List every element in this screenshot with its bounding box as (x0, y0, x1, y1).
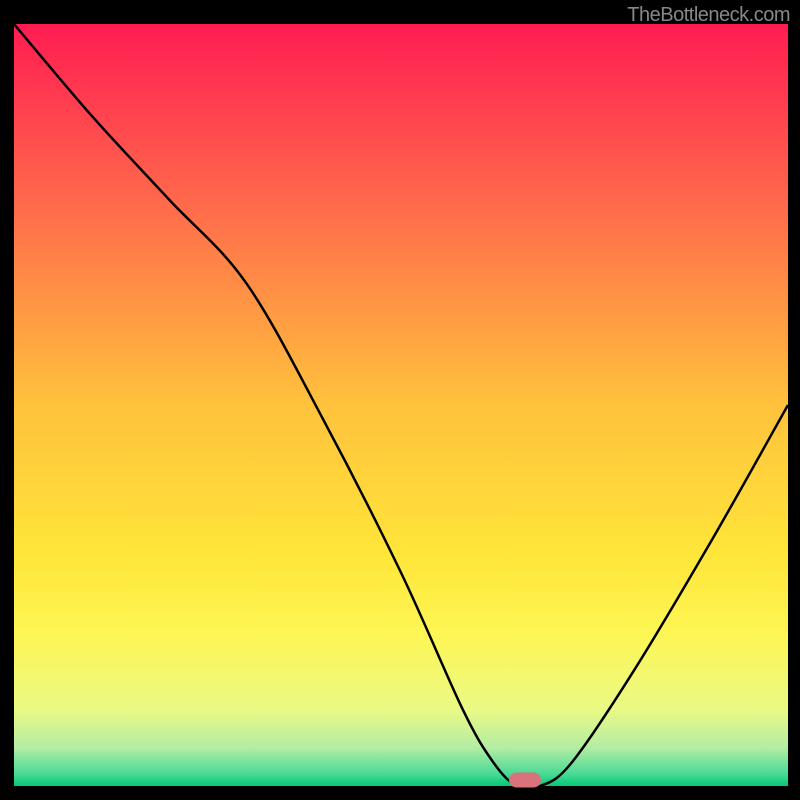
chart-curve (14, 24, 788, 786)
optimum-marker (509, 773, 541, 788)
watermark-text: TheBottleneck.com (627, 4, 790, 27)
chart-plot-area (14, 24, 788, 786)
